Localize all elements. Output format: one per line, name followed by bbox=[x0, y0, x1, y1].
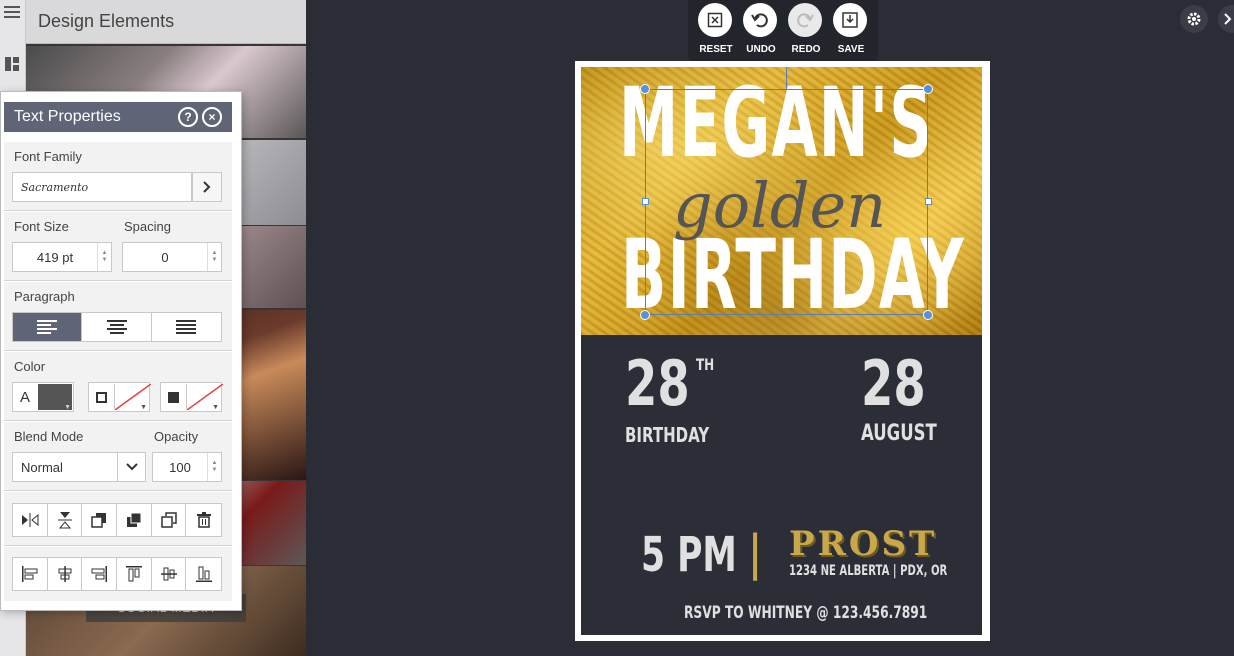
align-left-button[interactable] bbox=[13, 313, 83, 341]
blend-section: Blend Mode Opacity Normal 100 ▲ ▼ bbox=[4, 422, 232, 491]
text-color-swatch: ▼ bbox=[38, 384, 72, 411]
undo-button[interactable] bbox=[743, 3, 777, 37]
font-size-stepper[interactable]: ▲ ▼ bbox=[97, 243, 111, 271]
save-icon bbox=[842, 12, 858, 28]
gear-icon[interactable] bbox=[1180, 5, 1208, 33]
opacity-input[interactable]: 100 ▲ ▼ bbox=[152, 452, 222, 482]
hamburger-menu-icon[interactable] bbox=[2, 2, 22, 22]
arrange-group bbox=[12, 503, 222, 537]
save-button[interactable] bbox=[833, 3, 867, 37]
card-canvas: MEGAN'S BIRTHDAY golden 28 TH BIRTHDAY 2… bbox=[581, 67, 982, 635]
trash-icon[interactable] bbox=[186, 504, 221, 536]
reset-icon bbox=[707, 12, 723, 28]
resize-handle-left[interactable] bbox=[642, 198, 649, 205]
resize-handle-bottom-right[interactable] bbox=[923, 310, 933, 320]
time-venue-divider: | bbox=[747, 525, 764, 581]
close-icon[interactable]: × bbox=[202, 107, 222, 127]
rsvp-line[interactable]: RSVP TO WHITNEY @ 123.456.7891 bbox=[684, 603, 927, 623]
blend-mode-label: Blend Mode bbox=[14, 429, 84, 444]
color-section: Color A ▼ ▼ ▼ bbox=[4, 352, 232, 421]
month-label[interactable]: AUGUST bbox=[861, 421, 937, 446]
background-none-swatch: ▼ bbox=[186, 384, 223, 411]
align-bottom-edge-icon[interactable] bbox=[186, 558, 221, 590]
rotate-handle-line bbox=[786, 67, 787, 89]
spacing-value: 0 bbox=[161, 249, 169, 265]
stroke-square-icon bbox=[89, 383, 113, 411]
resize-handle-right[interactable] bbox=[925, 198, 932, 205]
bring-to-front-icon[interactable] bbox=[117, 504, 152, 536]
birthday-label[interactable]: BIRTHDAY bbox=[625, 423, 709, 447]
paragraph-section: Paragraph bbox=[4, 282, 232, 351]
align-right-edge-icon[interactable] bbox=[82, 558, 118, 590]
opacity-stepper[interactable]: ▲ ▼ bbox=[207, 453, 221, 481]
redo-icon bbox=[797, 13, 814, 28]
font-family-chevron-right-icon[interactable] bbox=[192, 172, 222, 202]
blend-mode-value: Normal bbox=[21, 459, 63, 475]
venue-address[interactable]: 1234 NE ALBERTA | PDX, OR bbox=[789, 563, 947, 579]
background-color-picker[interactable]: ▼ bbox=[160, 382, 223, 412]
text-properties-header: Text Properties ? × bbox=[4, 102, 232, 132]
spacing-stepper[interactable]: ▲ ▼ bbox=[207, 243, 221, 271]
flip-vertical-icon[interactable] bbox=[48, 504, 83, 536]
fill-square-icon bbox=[161, 383, 185, 411]
align-center-vertical-icon[interactable] bbox=[152, 558, 187, 590]
align-center-button[interactable] bbox=[82, 313, 152, 341]
redo-button[interactable] bbox=[788, 3, 822, 37]
help-icon[interactable]: ? bbox=[178, 107, 198, 127]
bring-forward-icon[interactable] bbox=[82, 504, 118, 536]
spacing-input[interactable]: 0 ▲ ▼ bbox=[122, 242, 222, 272]
font-size-section: Font Size Spacing 419 pt ▲ ▼ 0 ▲ ▼ bbox=[4, 212, 232, 281]
paragraph-label: Paragraph bbox=[14, 289, 75, 304]
text-color-picker[interactable]: A ▼ bbox=[12, 382, 74, 412]
resize-handle-bottom-left[interactable] bbox=[640, 310, 650, 320]
blend-mode-select[interactable]: Normal bbox=[12, 452, 146, 482]
month-day-number[interactable]: 28 bbox=[861, 347, 926, 420]
resize-handle-top-left[interactable] bbox=[640, 84, 650, 94]
layout-icon[interactable] bbox=[2, 54, 22, 74]
align-section bbox=[4, 547, 232, 601]
align-objects-group bbox=[12, 557, 222, 591]
resize-handle-top-right[interactable] bbox=[923, 84, 933, 94]
redo-label: REDO bbox=[791, 44, 821, 55]
font-size-label: Font Size bbox=[14, 219, 69, 234]
collapse-panel-icon[interactable] bbox=[1218, 5, 1234, 33]
stroke-color-picker[interactable]: ▼ bbox=[88, 382, 151, 412]
invitation-card[interactable]: MEGAN'S BIRTHDAY golden 28 TH BIRTHDAY 2… bbox=[575, 61, 990, 641]
flip-horizontal-icon[interactable] bbox=[13, 504, 48, 536]
align-top-edge-icon[interactable] bbox=[117, 558, 152, 590]
day-number[interactable]: 28 bbox=[625, 347, 690, 420]
text-color-glyph: A bbox=[19, 388, 30, 406]
arrange-section bbox=[4, 492, 232, 546]
selection-box bbox=[645, 89, 928, 315]
font-family-section: Font Family Sacramento bbox=[4, 142, 232, 211]
font-family-select[interactable]: Sacramento bbox=[12, 172, 192, 202]
color-label: Color bbox=[14, 359, 46, 374]
venue-name[interactable]: PROST bbox=[789, 524, 937, 564]
spacing-label: Spacing bbox=[124, 219, 171, 234]
event-time[interactable]: 5 PM bbox=[641, 527, 737, 583]
chevron-down-icon[interactable] bbox=[117, 453, 145, 481]
font-family-label: Font Family bbox=[14, 149, 82, 164]
day-superscript[interactable]: TH bbox=[696, 355, 714, 374]
undo-icon bbox=[751, 13, 768, 28]
align-justify-button[interactable] bbox=[152, 313, 221, 341]
font-size-value: 419 pt bbox=[36, 249, 74, 265]
font-size-input[interactable]: 419 pt ▲ ▼ bbox=[12, 242, 112, 272]
align-center-horizontal-icon[interactable] bbox=[48, 558, 83, 590]
undo-label: UNDO bbox=[746, 44, 776, 55]
opacity-label: Opacity bbox=[154, 429, 199, 444]
reset-button[interactable] bbox=[698, 3, 732, 37]
opacity-value: 100 bbox=[169, 459, 191, 475]
text-properties-dialog: Text Properties ? × Font Family Sacramen… bbox=[0, 91, 242, 611]
paragraph-align-group bbox=[12, 312, 222, 342]
design-elements-title: Design Elements bbox=[26, 0, 306, 44]
text-properties-title: Text Properties bbox=[14, 108, 121, 125]
duplicate-icon[interactable] bbox=[152, 504, 187, 536]
stroke-none-swatch: ▼ bbox=[114, 384, 151, 411]
reset-label: RESET bbox=[699, 44, 733, 55]
save-label: SAVE bbox=[837, 44, 865, 55]
align-left-edge-icon[interactable] bbox=[13, 558, 48, 590]
